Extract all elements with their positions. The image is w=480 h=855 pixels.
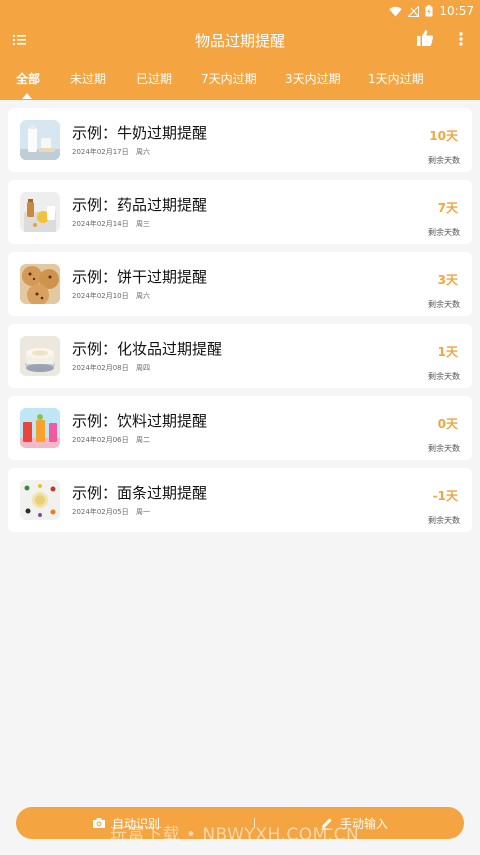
remaining-days: 0天	[437, 417, 458, 431]
item-weekday: 周六	[136, 148, 150, 156]
thumbs-up-icon[interactable]	[416, 29, 434, 47]
remaining-days: 10天	[429, 129, 458, 143]
item-date: 2024年02月10日	[72, 292, 129, 300]
tab-not-expired[interactable]: 未过期	[70, 70, 106, 87]
list-item[interactable]: 示例：牛奶过期提醒 2024年02月17日 周六 10天 剩余天数	[8, 108, 472, 172]
tab-3-days[interactable]: 3天内过期	[285, 70, 341, 87]
item-list: 示例：牛奶过期提醒 2024年02月17日 周六 10天 剩余天数 示例：药品过…	[8, 108, 472, 540]
toolbar: 物品过期提醒	[0, 22, 480, 58]
remaining-days-label: 剩余天数	[428, 300, 460, 309]
item-name: 示例：化妆品过期提醒	[72, 340, 223, 358]
app-header: 10:57 物品过期提醒 全部 未过期 已过期 7天内过期 3天内过期 1天内过…	[0, 0, 480, 100]
item-name: 示例：饮料过期提醒	[72, 412, 208, 430]
cookie-thumbnail	[20, 264, 60, 304]
item-weekday: 周三	[136, 220, 150, 228]
clock-time: 10:57	[439, 4, 474, 18]
signal-off-icon	[408, 5, 420, 17]
item-weekday: 周四	[136, 364, 150, 372]
item-name: 示例：牛奶过期提醒	[72, 124, 208, 142]
page-title: 物品过期提醒	[194, 31, 285, 50]
cosmetics-thumbnail	[20, 336, 60, 376]
item-date: 2024年02月17日	[72, 148, 129, 156]
tab-1-day[interactable]: 1天内过期	[368, 70, 424, 87]
list-item[interactable]: 示例：化妆品过期提醒 2024年02月08日 周四 1天 剩余天数	[8, 324, 472, 388]
remaining-days-label: 剩余天数	[428, 444, 460, 453]
menu-icon[interactable]	[12, 32, 28, 48]
item-date: 2024年02月05日	[72, 508, 129, 516]
item-weekday: 周二	[136, 436, 150, 444]
drinks-thumbnail	[20, 408, 60, 448]
tab-all[interactable]: 全部	[16, 70, 40, 87]
filter-tabs: 全部 未过期 已过期 7天内过期 3天内过期 1天内过期	[0, 70, 480, 100]
item-name: 示例：面条过期提醒	[72, 484, 208, 502]
item-weekday: 周六	[136, 292, 150, 300]
wifi-icon	[389, 6, 403, 17]
list-item[interactable]: 示例：面条过期提醒 2024年02月05日 周一 -1天 剩余天数	[8, 468, 472, 532]
item-date: 2024年02月14日	[72, 220, 129, 228]
tab-indicator	[22, 93, 32, 99]
remaining-days-label: 剩余天数	[428, 156, 460, 165]
remaining-days: 1天	[437, 345, 458, 359]
more-options-icon[interactable]	[458, 30, 464, 48]
remaining-days-label: 剩余天数	[428, 516, 460, 525]
tab-expired[interactable]: 已过期	[136, 70, 172, 87]
milk-thumbnail	[20, 120, 60, 160]
item-weekday: 周一	[136, 508, 150, 516]
remaining-days: -1天	[432, 489, 458, 503]
list-item[interactable]: 示例：饼干过期提醒 2024年02月10日 周六 3天 剩余天数	[8, 252, 472, 316]
remaining-days: 7天	[437, 201, 458, 215]
remaining-days-label: 剩余天数	[428, 372, 460, 381]
status-bar: 10:57	[0, 0, 480, 22]
item-date: 2024年02月06日	[72, 436, 129, 444]
list-item[interactable]: 示例：饮料过期提醒 2024年02月06日 周二 0天 剩余天数	[8, 396, 472, 460]
remaining-days: 3天	[437, 273, 458, 287]
remaining-days-label: 剩余天数	[428, 228, 460, 237]
item-name: 示例：饼干过期提醒	[72, 268, 208, 286]
list-item[interactable]: 示例：药品过期提醒 2024年02月14日 周三 7天 剩余天数	[8, 180, 472, 244]
noodles-thumbnail	[20, 480, 60, 520]
camera-icon	[92, 816, 106, 830]
tab-7-days[interactable]: 7天内过期	[201, 70, 257, 87]
item-name: 示例：药品过期提醒	[72, 196, 208, 214]
item-date: 2024年02月08日	[72, 364, 129, 372]
battery-icon	[425, 5, 433, 17]
medicine-thumbnail	[20, 192, 60, 232]
watermark-text: 玩富下载 • NBWYXH.COM.CN	[110, 825, 360, 845]
